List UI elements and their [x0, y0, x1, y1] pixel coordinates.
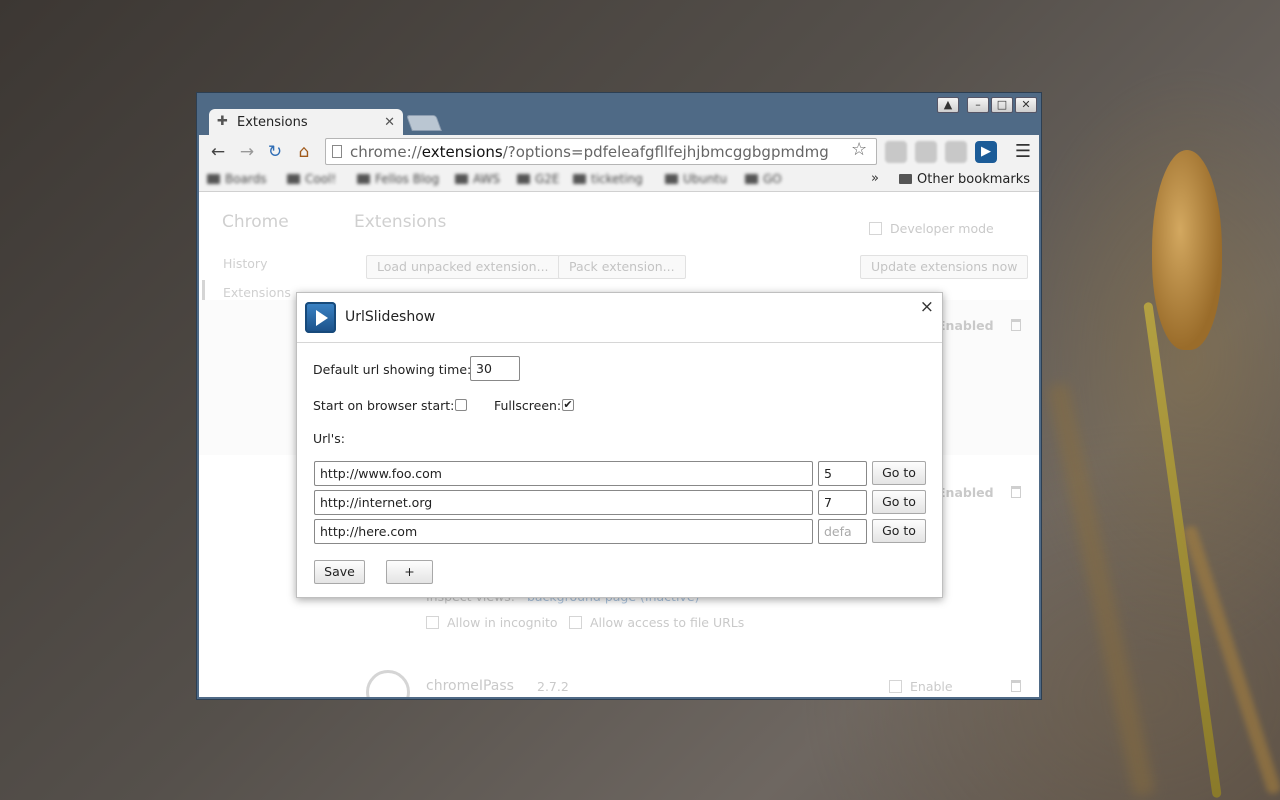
extension-icon[interactable]: [885, 141, 907, 163]
page-title: Extensions: [354, 212, 447, 232]
bookmark-item[interactable]: G2E: [517, 172, 560, 186]
pack-extension-button[interactable]: Pack extension...: [558, 255, 686, 279]
enabled-label: Enabled: [937, 485, 994, 500]
other-bookmarks[interactable]: Other bookmarks: [899, 172, 1030, 187]
enable-option[interactable]: Enable: [889, 679, 953, 694]
go-to-button[interactable]: Go to: [872, 490, 926, 514]
address-bar[interactable]: chrome://extensions/?options=pdfeleafgfl…: [325, 138, 877, 165]
trash-icon[interactable]: [1011, 319, 1021, 331]
bookmark-item[interactable]: Boards: [207, 172, 267, 186]
url-time-input[interactable]: 7: [818, 490, 867, 515]
bookmarks-bar: Boards Cool! Fellos Blog AWS G2E ticketi…: [199, 169, 1039, 192]
maximize-button[interactable]: □: [991, 97, 1013, 113]
sidebar-title: Chrome: [222, 212, 289, 232]
new-tab-button[interactable]: [406, 115, 442, 131]
developer-mode-toggle[interactable]: Developer mode: [869, 221, 994, 236]
minimize-button[interactable]: –: [967, 97, 989, 113]
menu-icon[interactable]: ☰: [1015, 141, 1031, 162]
url-input[interactable]: http://here.com: [314, 519, 813, 544]
bookmark-item[interactable]: Cool!: [287, 172, 336, 186]
extension-version: 2.7.2: [537, 679, 569, 694]
profile-icon[interactable]: ▲: [937, 97, 959, 113]
fullscreen-label: Fullscreen:: [494, 398, 562, 413]
bookmark-item[interactable]: Fellos Blog: [357, 172, 439, 186]
update-extensions-button[interactable]: Update extensions now: [860, 255, 1029, 279]
extension-icon[interactable]: [945, 141, 967, 163]
bookmark-star-icon[interactable]: ☆: [851, 139, 867, 160]
address-url: chrome://extensions/?options=pdfeleafgfl…: [350, 142, 829, 161]
url-input[interactable]: http://www.foo.com: [314, 461, 813, 486]
reload-icon[interactable]: ↻: [264, 141, 286, 163]
wallpaper-stem: [1143, 301, 1222, 799]
back-icon[interactable]: ←: [207, 141, 229, 163]
url-time-input[interactable]: 5: [818, 461, 867, 486]
page-icon: [332, 145, 342, 158]
save-button[interactable]: Save: [314, 560, 365, 584]
close-icon[interactable]: ×: [920, 297, 934, 317]
sidebar-item-history[interactable]: History: [223, 256, 267, 271]
home-icon[interactable]: ⌂: [293, 141, 315, 163]
dialog-title: UrlSlideshow: [345, 309, 436, 325]
tab-close-icon[interactable]: ✕: [384, 115, 395, 130]
url-time-input[interactable]: defa: [818, 519, 867, 544]
developer-mode-checkbox[interactable]: [869, 222, 882, 235]
trash-icon[interactable]: [1011, 680, 1021, 692]
extension-name: chromeIPass: [426, 678, 514, 694]
bookmarks-overflow-button[interactable]: »: [871, 171, 879, 186]
wallpaper-bud: [1152, 150, 1222, 350]
bookmark-item[interactable]: GO: [745, 172, 782, 186]
browser-toolbar: ← → ↻ ⌂ chrome://extensions/?options=pdf…: [199, 135, 1039, 169]
add-url-button[interactable]: +: [386, 560, 433, 584]
bookmark-item[interactable]: Ubuntu: [665, 172, 727, 186]
tab-title: Extensions: [237, 114, 308, 130]
allow-incognito-checkbox[interactable]: [426, 616, 439, 629]
window-controls: ▲ – □ ✕: [937, 97, 1037, 113]
wallpaper-stem-blur: [1046, 382, 1156, 798]
allow-file-urls-checkbox[interactable]: [569, 616, 582, 629]
extension-logo-icon: [366, 670, 410, 697]
folder-icon: [899, 174, 912, 184]
start-on-browser-checkbox[interactable]: [455, 399, 467, 411]
puzzle-icon: ✚: [217, 114, 228, 129]
bookmark-item[interactable]: AWS: [455, 172, 500, 186]
sidebar-item-extensions[interactable]: Extensions: [223, 285, 291, 300]
default-time-label: Default url showing time:: [313, 362, 472, 377]
start-on-browser-label: Start on browser start:: [313, 398, 455, 413]
trash-icon[interactable]: [1011, 486, 1021, 498]
forward-icon[interactable]: →: [236, 141, 258, 163]
enable-checkbox[interactable]: [889, 680, 902, 693]
close-window-button[interactable]: ✕: [1015, 97, 1037, 113]
urls-label: Url's:: [313, 431, 345, 446]
fullscreen-checkbox[interactable]: ✔: [562, 399, 574, 411]
play-icon: [305, 302, 336, 333]
tab-extensions[interactable]: ✚ Extensions ✕: [209, 109, 403, 135]
dialog-header: UrlSlideshow ×: [297, 293, 942, 343]
go-to-button[interactable]: Go to: [872, 519, 926, 543]
allow-file-urls-option[interactable]: Allow access to file URLs: [569, 615, 744, 630]
go-to-button[interactable]: Go to: [872, 461, 926, 485]
default-time-input[interactable]: 30: [470, 356, 520, 381]
options-dialog: UrlSlideshow × Default url showing time:…: [296, 292, 943, 598]
extension-icons: ▶: [885, 141, 997, 163]
enabled-label: Enabled: [937, 318, 994, 333]
bookmark-item[interactable]: ticketing: [573, 172, 643, 186]
load-unpacked-button[interactable]: Load unpacked extension...: [366, 255, 560, 279]
extension-icon[interactable]: [915, 141, 937, 163]
allow-incognito-option[interactable]: Allow in incognito: [426, 615, 558, 630]
url-input[interactable]: http://internet.org: [314, 490, 813, 515]
urlslideshow-extension-icon[interactable]: ▶: [975, 141, 997, 163]
